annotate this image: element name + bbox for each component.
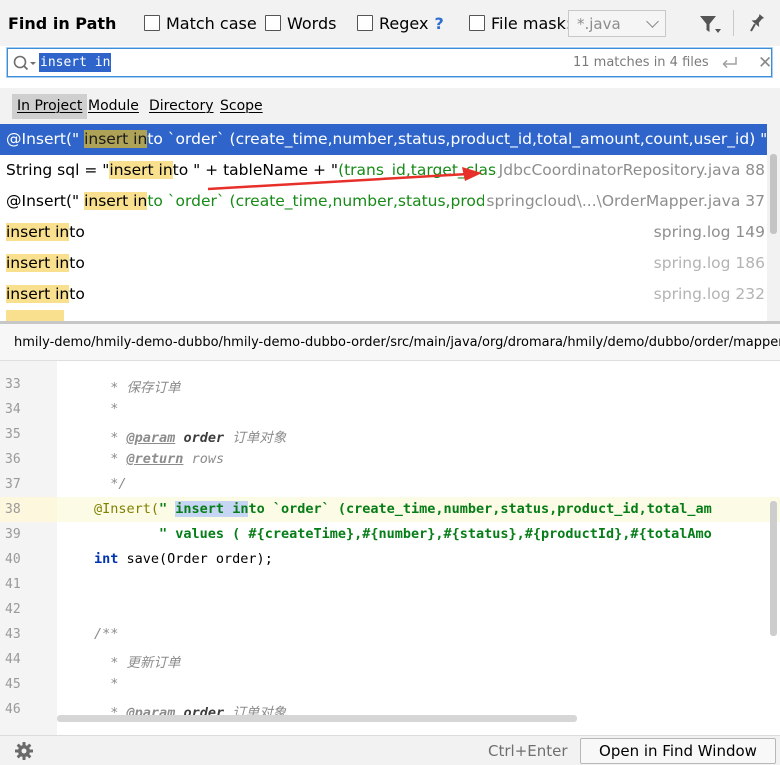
line-number: 34 <box>5 402 21 417</box>
words-option[interactable]: Words <box>265 13 336 33</box>
code-line: * <box>94 676 119 692</box>
line-number: 33 <box>5 377 21 392</box>
result-row-partial <box>0 310 767 321</box>
search-icon[interactable] <box>12 54 38 72</box>
line-number: 44 <box>5 652 21 667</box>
results-list: @Insert(" insert into `order` (create_ti… <box>0 124 780 321</box>
result-location: springcloud\...\OrderMapper.java 37 <box>484 186 765 217</box>
result-location: spring.log 149 <box>651 217 765 248</box>
line-number: 46 <box>5 702 21 717</box>
line-number: 42 <box>5 602 21 617</box>
result-location: spring.log 232 <box>651 279 765 310</box>
scope-tabs: In Project Module Directory Scope <box>0 88 780 124</box>
gear-icon[interactable] <box>14 741 34 761</box>
result-row[interactable]: insert into spring.log 232 <box>0 279 767 310</box>
result-location: spring.log 186 <box>651 248 765 279</box>
match-count: 11 matches in 4 files <box>573 55 709 70</box>
file-path-bar: hmily-demo/hmily-demo-dubbo/hmily-demo-d… <box>0 324 780 361</box>
pin-icon[interactable] <box>745 12 767 34</box>
shortcut-hint: Ctrl+Enter <box>488 742 568 760</box>
dialog-footer: Ctrl+Enter Open in Find Window <box>0 735 780 765</box>
match-case-checkbox[interactable] <box>144 15 160 31</box>
line-number: 43 <box>5 627 21 642</box>
chevron-down-icon <box>646 15 659 28</box>
dialog-title: Find in Path <box>8 14 117 33</box>
clear-icon[interactable]: ✕ <box>758 54 772 71</box>
editor-horizontal-thumb[interactable] <box>57 715 577 722</box>
words-checkbox[interactable] <box>265 15 281 31</box>
code-line: * <box>94 401 119 417</box>
result-snippet: @Insert(" insert into `order` (create_ti… <box>6 130 767 148</box>
result-snippet: insert into <box>6 223 85 241</box>
find-header: Find in Path Match case Words Regex ? Fi… <box>0 0 780 46</box>
result-snippet: insert into <box>6 254 85 272</box>
code-line: * 保存订单 <box>94 380 181 396</box>
line-number: 35 <box>5 427 21 442</box>
match-case-option[interactable]: Match case <box>144 13 257 33</box>
code-line: /** <box>94 626 119 642</box>
red-arrow-annotation <box>207 167 482 191</box>
new-line-icon[interactable] <box>720 55 740 71</box>
editor-vertical-thumb[interactable] <box>770 501 777 636</box>
result-location: JdbcCoordinatorRepository.java 88 <box>496 155 765 186</box>
line-number: 45 <box>5 677 21 692</box>
regex-help-link[interactable]: ? <box>434 14 443 33</box>
line-number: 38 <box>5 502 21 517</box>
code-line: * 更新订单 <box>94 655 181 671</box>
code-line: */ <box>94 476 127 492</box>
toolbar-separator <box>733 10 734 36</box>
regex-checkbox[interactable] <box>357 15 373 31</box>
code-line: int save(Order order); <box>94 551 273 567</box>
file-mask-option[interactable]: File mask: <box>469 13 571 33</box>
code-line: @Insert(" insert into `order` (create_ti… <box>94 501 712 517</box>
line-number: 40 <box>5 552 21 567</box>
result-row[interactable]: @Insert(" insert into `order` (create_ti… <box>0 124 767 155</box>
filter-icon[interactable] <box>698 14 722 36</box>
line-number: 39 <box>5 527 21 542</box>
tab-module[interactable]: Module <box>83 94 144 119</box>
search-field[interactable]: insert in 11 matches in 4 files ✕ <box>7 48 772 77</box>
results-scroll-thumb[interactable] <box>770 154 777 234</box>
line-number: 41 <box>5 577 21 592</box>
regex-label: Regex <box>379 13 429 33</box>
search-input[interactable]: insert in <box>39 53 112 72</box>
editor-vertical-scrollbar[interactable] <box>768 361 780 721</box>
file-mask-label: File mask: <box>491 13 572 33</box>
code-line: * @param order 订单对象 <box>94 430 287 446</box>
file-mask-value: *.java <box>577 15 621 33</box>
words-label: Words <box>287 13 337 33</box>
match-case-label: Match case <box>166 13 257 33</box>
file-path: hmily-demo/hmily-demo-dubbo/hmily-demo-d… <box>14 335 780 350</box>
tab-directory[interactable]: Directory <box>144 94 219 119</box>
code-line: " values ( #{createTime},#{number},#{sta… <box>159 526 712 542</box>
code-preview[interactable]: 33 34 35 36 37 38 39 40 41 42 43 44 45 4… <box>0 361 780 735</box>
result-row[interactable]: insert into spring.log 149 <box>0 217 767 248</box>
editor-horizontal-scrollbar[interactable] <box>57 712 780 724</box>
file-mask-dropdown[interactable]: *.java <box>568 10 666 37</box>
line-number: 37 <box>5 477 21 492</box>
code-line: * @return rows <box>94 451 225 467</box>
tab-in-project[interactable]: In Project <box>12 94 88 119</box>
open-in-find-window-button[interactable]: Open in Find Window <box>580 738 776 764</box>
result-row[interactable]: insert into spring.log 186 <box>0 248 767 279</box>
file-mask-checkbox[interactable] <box>469 15 485 31</box>
line-number: 36 <box>5 452 21 467</box>
results-scrollbar[interactable] <box>767 124 780 321</box>
tab-scope[interactable]: Scope <box>215 94 268 119</box>
regex-option[interactable]: Regex ? <box>357 13 444 33</box>
result-snippet: insert into <box>6 285 85 303</box>
